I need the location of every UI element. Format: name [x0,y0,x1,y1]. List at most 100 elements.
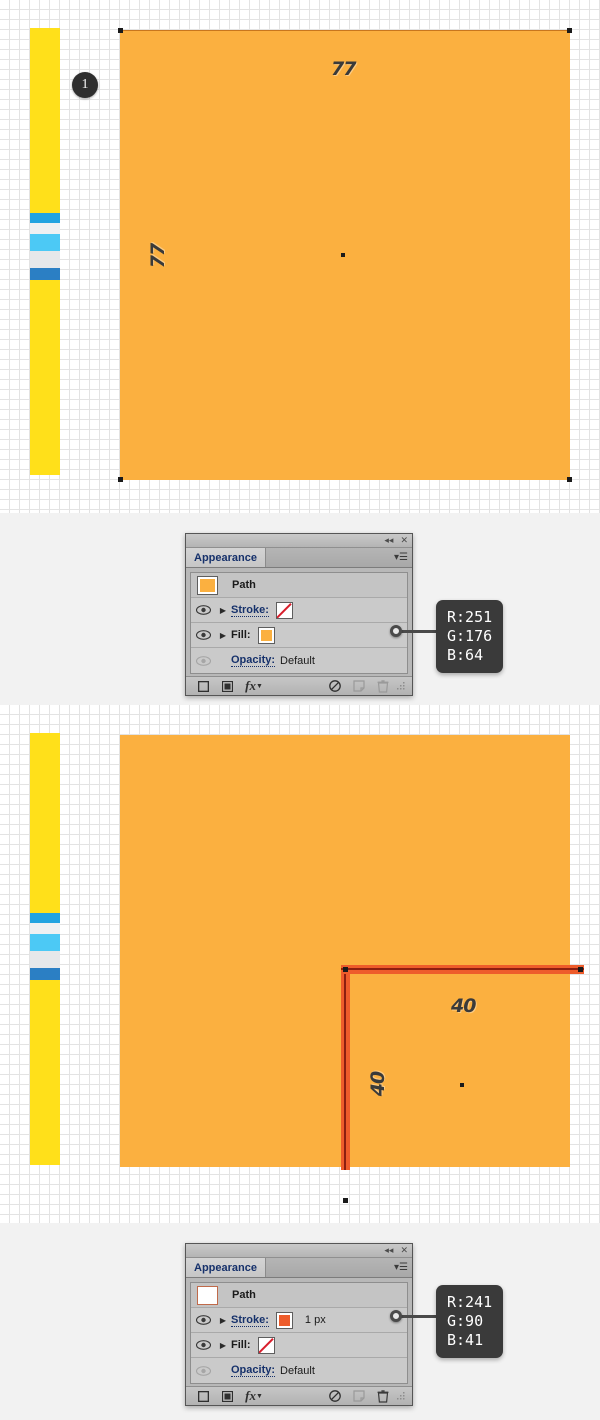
duplicate-item-icon[interactable] [347,680,371,692]
tab-appearance-label: Appearance [194,551,257,564]
path-anchor-right-end[interactable] [578,967,583,972]
anchor-top-right-1[interactable] [567,28,572,33]
anchor-bottom-left-1[interactable] [118,477,123,482]
duplicate-item-icon[interactable] [347,1390,371,1402]
panel-menu-icon[interactable]: ▾☰ [394,1262,408,1273]
appearance-row-opacity[interactable]: Opacity: Default [191,648,407,673]
expand-triangle-fill[interactable]: ▶ [215,631,231,640]
collapse-icon[interactable]: ◂◂ [384,1246,393,1255]
panel-2-footer: fx ▼ [186,1386,412,1405]
object-thumbnail-swatch [200,578,215,592]
delete-item-icon[interactable] [371,679,395,693]
fill-label: Fill: [231,629,251,641]
new-fill-icon[interactable] [215,680,239,692]
stroke-label[interactable]: Stroke: [231,604,269,617]
fill-label: Fill: [231,1339,251,1351]
dimension-width-label-2: 40 [451,995,476,1017]
stroke-label[interactable]: Stroke: [231,1314,269,1327]
artwork-square-1[interactable] [120,30,570,480]
collapse-icon[interactable]: ◂◂ [384,536,393,545]
object-type-label: Path [232,579,256,591]
visibility-eye-icon-fill[interactable] [191,1340,215,1350]
band-blue [30,268,60,280]
step-2-canvas: 2 40 40 [0,705,600,1223]
fx-icon-label: fx [245,1388,256,1403]
visibility-eye-icon-stroke[interactable] [191,1315,215,1325]
clear-appearance-icon[interactable] [323,1390,347,1402]
object-type-label: Path [232,1289,256,1301]
object-thumbnail-swatch [200,1288,215,1302]
close-icon[interactable]: ✕ [400,1246,408,1255]
appearance-row-fill[interactable]: ▶ Fill: [191,1333,407,1358]
visibility-eye-icon-opacity [191,655,215,666]
step-badge-1: 1 [72,72,98,98]
opacity-label[interactable]: Opacity: [231,1364,276,1377]
step-1-canvas: 1 77 77 [0,0,600,513]
appearance-row-object[interactable]: Path [191,1283,407,1308]
close-icon[interactable]: ✕ [400,536,408,545]
appearance-row-opacity[interactable]: Opacity: Default [191,1358,407,1383]
appearance-panel-1[interactable]: ◂◂ ✕ Appearance ▾☰ Path ▶ Stroke: ▶ Fill… [185,533,413,696]
fill-color-swatch[interactable] [257,1336,275,1354]
fill-color-swatch[interactable] [257,626,275,644]
fill-color-swatch-inner [260,629,272,641]
stroke-weight-value[interactable]: 1 px [305,1314,326,1326]
appearance-row-stroke[interactable]: ▶ Stroke: 1 px [191,1308,407,1333]
clear-appearance-icon[interactable] [323,680,347,692]
callout-2-b: B:41 [447,1331,484,1349]
opacity-value: Default [280,654,315,667]
band-cyan-dark-2 [30,913,60,923]
visibility-eye-icon-opacity [191,1365,215,1376]
new-stroke-icon[interactable] [191,680,215,692]
callout-1-r: R:251 [447,608,493,626]
expand-triangle-stroke[interactable]: ▶ [215,606,231,615]
dimension-width-label-1: 77 [331,58,356,80]
appearance-row-fill[interactable]: ▶ Fill: [191,623,407,648]
appearance-panel-2[interactable]: ◂◂ ✕ Appearance ▾☰ Path ▶ Stroke: 1 px ▶… [185,1243,413,1406]
delete-item-icon[interactable] [371,1389,395,1403]
callout-1-g: G:176 [447,627,493,645]
new-fill-icon[interactable] [215,1390,239,1402]
path-core-vertical [344,965,346,1170]
panel-2-tabrow: Appearance ▾☰ [186,1258,412,1278]
step-badge-1-label: 1 [81,77,89,92]
appearance-row-object[interactable]: Path [191,573,407,598]
guide-bar-1 [30,28,60,475]
stroke-color-swatch[interactable] [275,601,293,619]
fx-icon[interactable]: fx ▼ [239,1388,269,1404]
expand-triangle-stroke[interactable]: ▶ [215,1316,231,1325]
dimension-height-label-2: 40 [367,1071,390,1097]
artwork-square-1-top-edge [120,30,570,31]
stroke-color-swatch[interactable] [275,1311,293,1329]
fx-icon[interactable]: fx ▼ [239,678,269,694]
tab-appearance[interactable]: Appearance [186,548,266,567]
anchor-bottom-right-1[interactable] [567,477,572,482]
resize-grip-icon[interactable] [395,681,407,691]
resize-grip-icon[interactable] [395,1391,407,1401]
appearance-row-stroke[interactable]: ▶ Stroke: [191,598,407,623]
path-anchor-corner[interactable] [343,967,348,972]
panel-1-tab-filler: ▾☰ [266,548,412,567]
expand-triangle-fill[interactable]: ▶ [215,1341,231,1350]
visibility-eye-icon-stroke[interactable] [191,605,215,615]
opacity-label[interactable]: Opacity: [231,654,276,667]
anchor-top-left-1[interactable] [118,28,123,33]
path-anchor-bottom-end[interactable] [343,1198,348,1203]
fx-icon-label: fx [245,678,256,693]
visibility-eye-icon-fill[interactable] [191,630,215,640]
panel-menu-icon[interactable]: ▾☰ [394,552,408,563]
new-stroke-icon[interactable] [191,1390,215,1402]
stroke-color-swatch-inner [278,1314,290,1326]
rgb-callout-2: R:241 G:90 B:41 [436,1285,504,1358]
object-thumbnail [197,1285,218,1305]
callout-1-b: B:64 [447,646,484,664]
panel-1-footer: fx ▼ [186,676,412,695]
callout-2-r: R:241 [447,1293,493,1311]
band-light-2-2 [30,951,60,968]
rgb-callout-1: R:251 G:176 B:64 [436,600,504,673]
panel-1-rows: Path ▶ Stroke: ▶ Fill: Opacity: Default [190,572,408,674]
panel-2-rows: Path ▶ Stroke: 1 px ▶ Fill: Opacity: Def… [190,1282,408,1384]
tab-appearance[interactable]: Appearance [186,1258,266,1277]
panel-2-titlebar: ◂◂ ✕ [186,1244,412,1258]
band-cyan-dark [30,213,60,223]
